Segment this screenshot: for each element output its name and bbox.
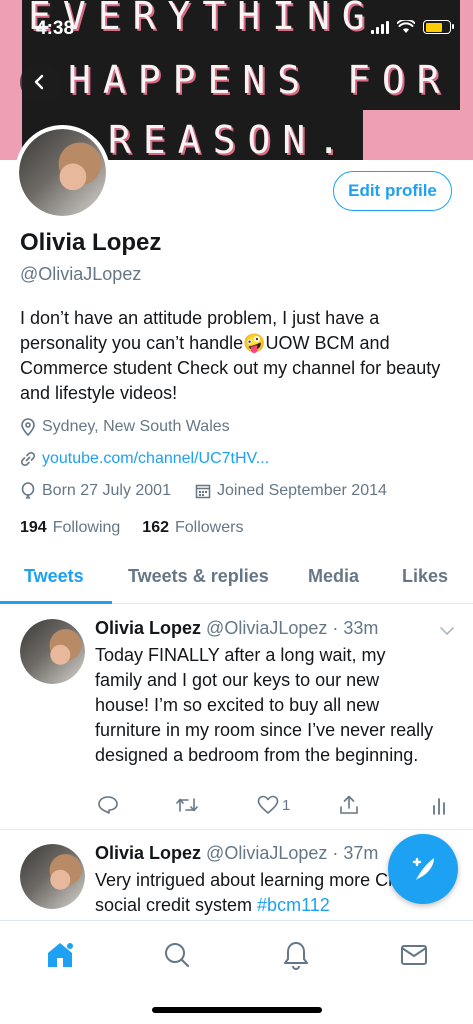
heart-icon <box>257 795 279 814</box>
active-tab-indicator <box>0 601 112 604</box>
avatar-photo <box>20 619 85 684</box>
born-text: Born 27 July 2001 <box>42 482 171 499</box>
retweet-button[interactable] <box>175 795 199 815</box>
home-indicator[interactable] <box>152 1007 322 1013</box>
tweet-header: Olivia Lopez @OliviaJLopez · 33m <box>95 618 378 639</box>
search-icon <box>165 943 190 968</box>
tweet[interactable]: Olivia Lopez @OliviaJLopez · 33m Today F… <box>0 605 473 830</box>
reply-icon <box>98 796 118 814</box>
calendar-icon <box>195 484 211 499</box>
like-button[interactable]: 1 <box>257 795 290 815</box>
display-name: Olivia Lopez <box>20 229 162 256</box>
analytics-button[interactable] <box>432 795 446 815</box>
tab-tweets[interactable]: Tweets <box>24 566 84 587</box>
reply-button[interactable] <box>97 795 119 815</box>
tab-tweets-replies[interactable]: Tweets & replies <box>128 566 269 587</box>
back-arrow-icon <box>34 74 44 90</box>
follow-stats: 194 Following 162 Followers <box>20 519 243 537</box>
compose-tweet-button[interactable] <box>388 834 458 904</box>
edit-profile-button[interactable]: Edit profile <box>333 171 452 211</box>
followers-label[interactable]: Followers <box>175 519 243 537</box>
link-text[interactable]: youtube.com/channel/UC7tHV... <box>42 450 269 468</box>
followers-count[interactable]: 162 <box>142 519 169 537</box>
hashtag-link[interactable]: #bcm112 <box>257 895 330 915</box>
user-handle: @OliviaJLopez <box>20 264 142 284</box>
tweet-author-name[interactable]: Olivia Lopez <box>95 843 201 863</box>
location-text: Sydney, New South Wales <box>42 418 230 435</box>
share-button[interactable] <box>339 795 359 815</box>
balloon-icon <box>21 482 35 499</box>
compose-icon <box>412 857 434 880</box>
profile-link[interactable]: youtube.com/channel/UC7tHV... <box>20 450 269 468</box>
joined-text: Joined September 2014 <box>216 482 387 499</box>
link-icon <box>20 451 36 467</box>
profile-tabs: Tweets Tweets & replies Media Likes <box>0 550 473 604</box>
wifi-icon <box>397 20 415 33</box>
banner-text-line3: REASON. <box>108 118 353 160</box>
avatar-photo <box>19 129 106 216</box>
battery-icon <box>423 20 454 34</box>
tweet-text: Very intrigued about learning more China… <box>95 868 435 918</box>
status-icons <box>371 20 454 34</box>
share-icon <box>340 795 358 814</box>
tweet-meta: @OliviaJLopez · 37m <box>206 843 379 863</box>
profile-bio: I don’t have an attitude problem, I just… <box>20 308 441 403</box>
tweet-author-name[interactable]: Olivia Lopez <box>95 618 201 638</box>
nav-notifications[interactable] <box>276 935 316 975</box>
analytics-icon <box>433 798 445 815</box>
tweet-avatar[interactable] <box>20 619 85 684</box>
signal-icon <box>371 20 389 34</box>
following-count[interactable]: 194 <box>20 519 47 537</box>
tweet-header: Olivia Lopez @OliviaJLopez · 37m <box>95 843 378 864</box>
home-icon <box>48 943 73 967</box>
tweet-meta: @OliviaJLopez · 33m <box>206 618 379 638</box>
avatar-photo <box>20 844 85 909</box>
profile-avatar[interactable] <box>15 125 110 220</box>
tweet-actions: 1 <box>95 795 455 819</box>
mail-icon <box>401 945 427 965</box>
bell-icon <box>284 942 308 970</box>
location-pin-icon <box>21 418 35 436</box>
following-label[interactable]: Following <box>53 519 121 537</box>
tab-likes[interactable]: Likes <box>402 566 448 587</box>
banner-text-line2: HAPPENS FOR <box>68 58 452 102</box>
nav-messages[interactable] <box>394 935 434 975</box>
profile-dates: Born 27 July 2001 Joined September 2014 <box>20 482 387 500</box>
tweet-menu-button[interactable] <box>439 623 455 641</box>
tweet-avatar[interactable] <box>20 844 85 909</box>
status-bar: 4:38 <box>0 0 473 56</box>
back-button[interactable] <box>20 62 60 102</box>
profile-location: Sydney, New South Wales <box>20 418 230 436</box>
retweet-icon <box>176 798 198 812</box>
nav-search[interactable] <box>157 935 197 975</box>
chevron-down-icon <box>440 627 454 636</box>
status-time: 4:38 <box>36 18 75 39</box>
tab-media[interactable]: Media <box>308 566 359 587</box>
nav-home[interactable] <box>40 935 80 975</box>
banner-corner <box>363 110 473 160</box>
tweet-text: Today FINALLY after a long wait, my fami… <box>95 645 434 765</box>
like-count: 1 <box>282 796 291 814</box>
